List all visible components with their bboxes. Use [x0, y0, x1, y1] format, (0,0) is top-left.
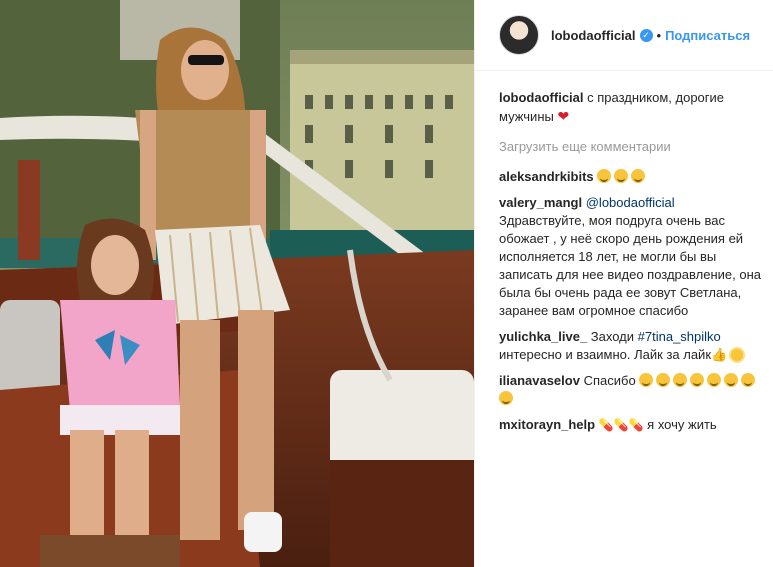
comments-list: lobodaofficial с праздником, дорогие муж… [475, 71, 773, 434]
verified-badge-icon: ✓ [639, 28, 653, 42]
sunglasses-emoji-icon [499, 391, 513, 405]
pill-emoji-icon: 💊💊💊 [598, 418, 644, 432]
separator-dot: • [656, 27, 662, 43]
post-header: lobodaofficial ✓ • Подписаться [475, 0, 773, 71]
comment-item: ilianavaselov Спасибо [499, 372, 761, 408]
post-photo[interactable] [0, 0, 474, 567]
post-sidebar: lobodaofficial ✓ • Подписаться lobodaoff… [474, 0, 773, 567]
grin-emoji-icon [614, 169, 629, 183]
instagram-post: lobodaofficial ✓ • Подписаться lobodaoff… [0, 0, 773, 567]
smile-emoji-icon [631, 169, 646, 183]
comment-username[interactable]: mxitorayn_help [499, 417, 595, 432]
comment-text: Спасибо [583, 373, 636, 388]
emoji-icon [690, 373, 705, 387]
comment-text: интересно и взаимно. Лайк за лайк [499, 347, 712, 362]
header-username[interactable]: lobodaofficial [551, 28, 636, 43]
emoji-icon [741, 373, 756, 387]
comment-text: я хочу жить [647, 417, 717, 432]
comment-username[interactable]: aleksandrkibits [499, 169, 594, 184]
heart-emoji-icon: ❤ [557, 108, 570, 124]
emoji-icon [707, 373, 722, 387]
comment-username[interactable]: valery_mangl [499, 195, 582, 210]
comment-username[interactable]: ilianavaselov [499, 373, 580, 388]
comment-item: aleksandrkibits [499, 168, 761, 186]
emoji-icon [639, 373, 654, 387]
comment-hashtag-link[interactable]: #7tina_shpilko [638, 329, 721, 344]
follow-button[interactable]: Подписаться [665, 28, 750, 43]
comment-item: yulichka_live_ Заходи #7tina_shpilko инт… [499, 328, 761, 364]
comment-item: valery_mangl @lobodaofficial Здравствуйт… [499, 194, 761, 320]
emoji-icon [673, 373, 688, 387]
thumbs-up-emoji-icon: 👍 [711, 347, 728, 362]
emoji-icon [656, 373, 671, 387]
comment-mention-link[interactable]: @lobodaofficial [586, 195, 675, 210]
comment-username[interactable]: yulichka_live_ [499, 329, 587, 344]
emoji-icon [724, 373, 739, 387]
caption: lobodaofficial с праздником, дорогие муж… [499, 89, 761, 126]
avatar[interactable] [499, 15, 539, 55]
sun-emoji-icon [730, 349, 743, 361]
smile-emoji-icon [597, 169, 612, 183]
caption-username[interactable]: lobodaofficial [499, 90, 584, 105]
comment-text: Здравствуйте, моя подруга очень вас обож… [499, 213, 761, 318]
comment-item: mxitorayn_help 💊💊💊 я хочу жить [499, 416, 761, 434]
load-more-comments-link[interactable]: Загрузить еще комментарии [499, 138, 761, 156]
comment-prefix-text: Заходи [590, 329, 635, 344]
